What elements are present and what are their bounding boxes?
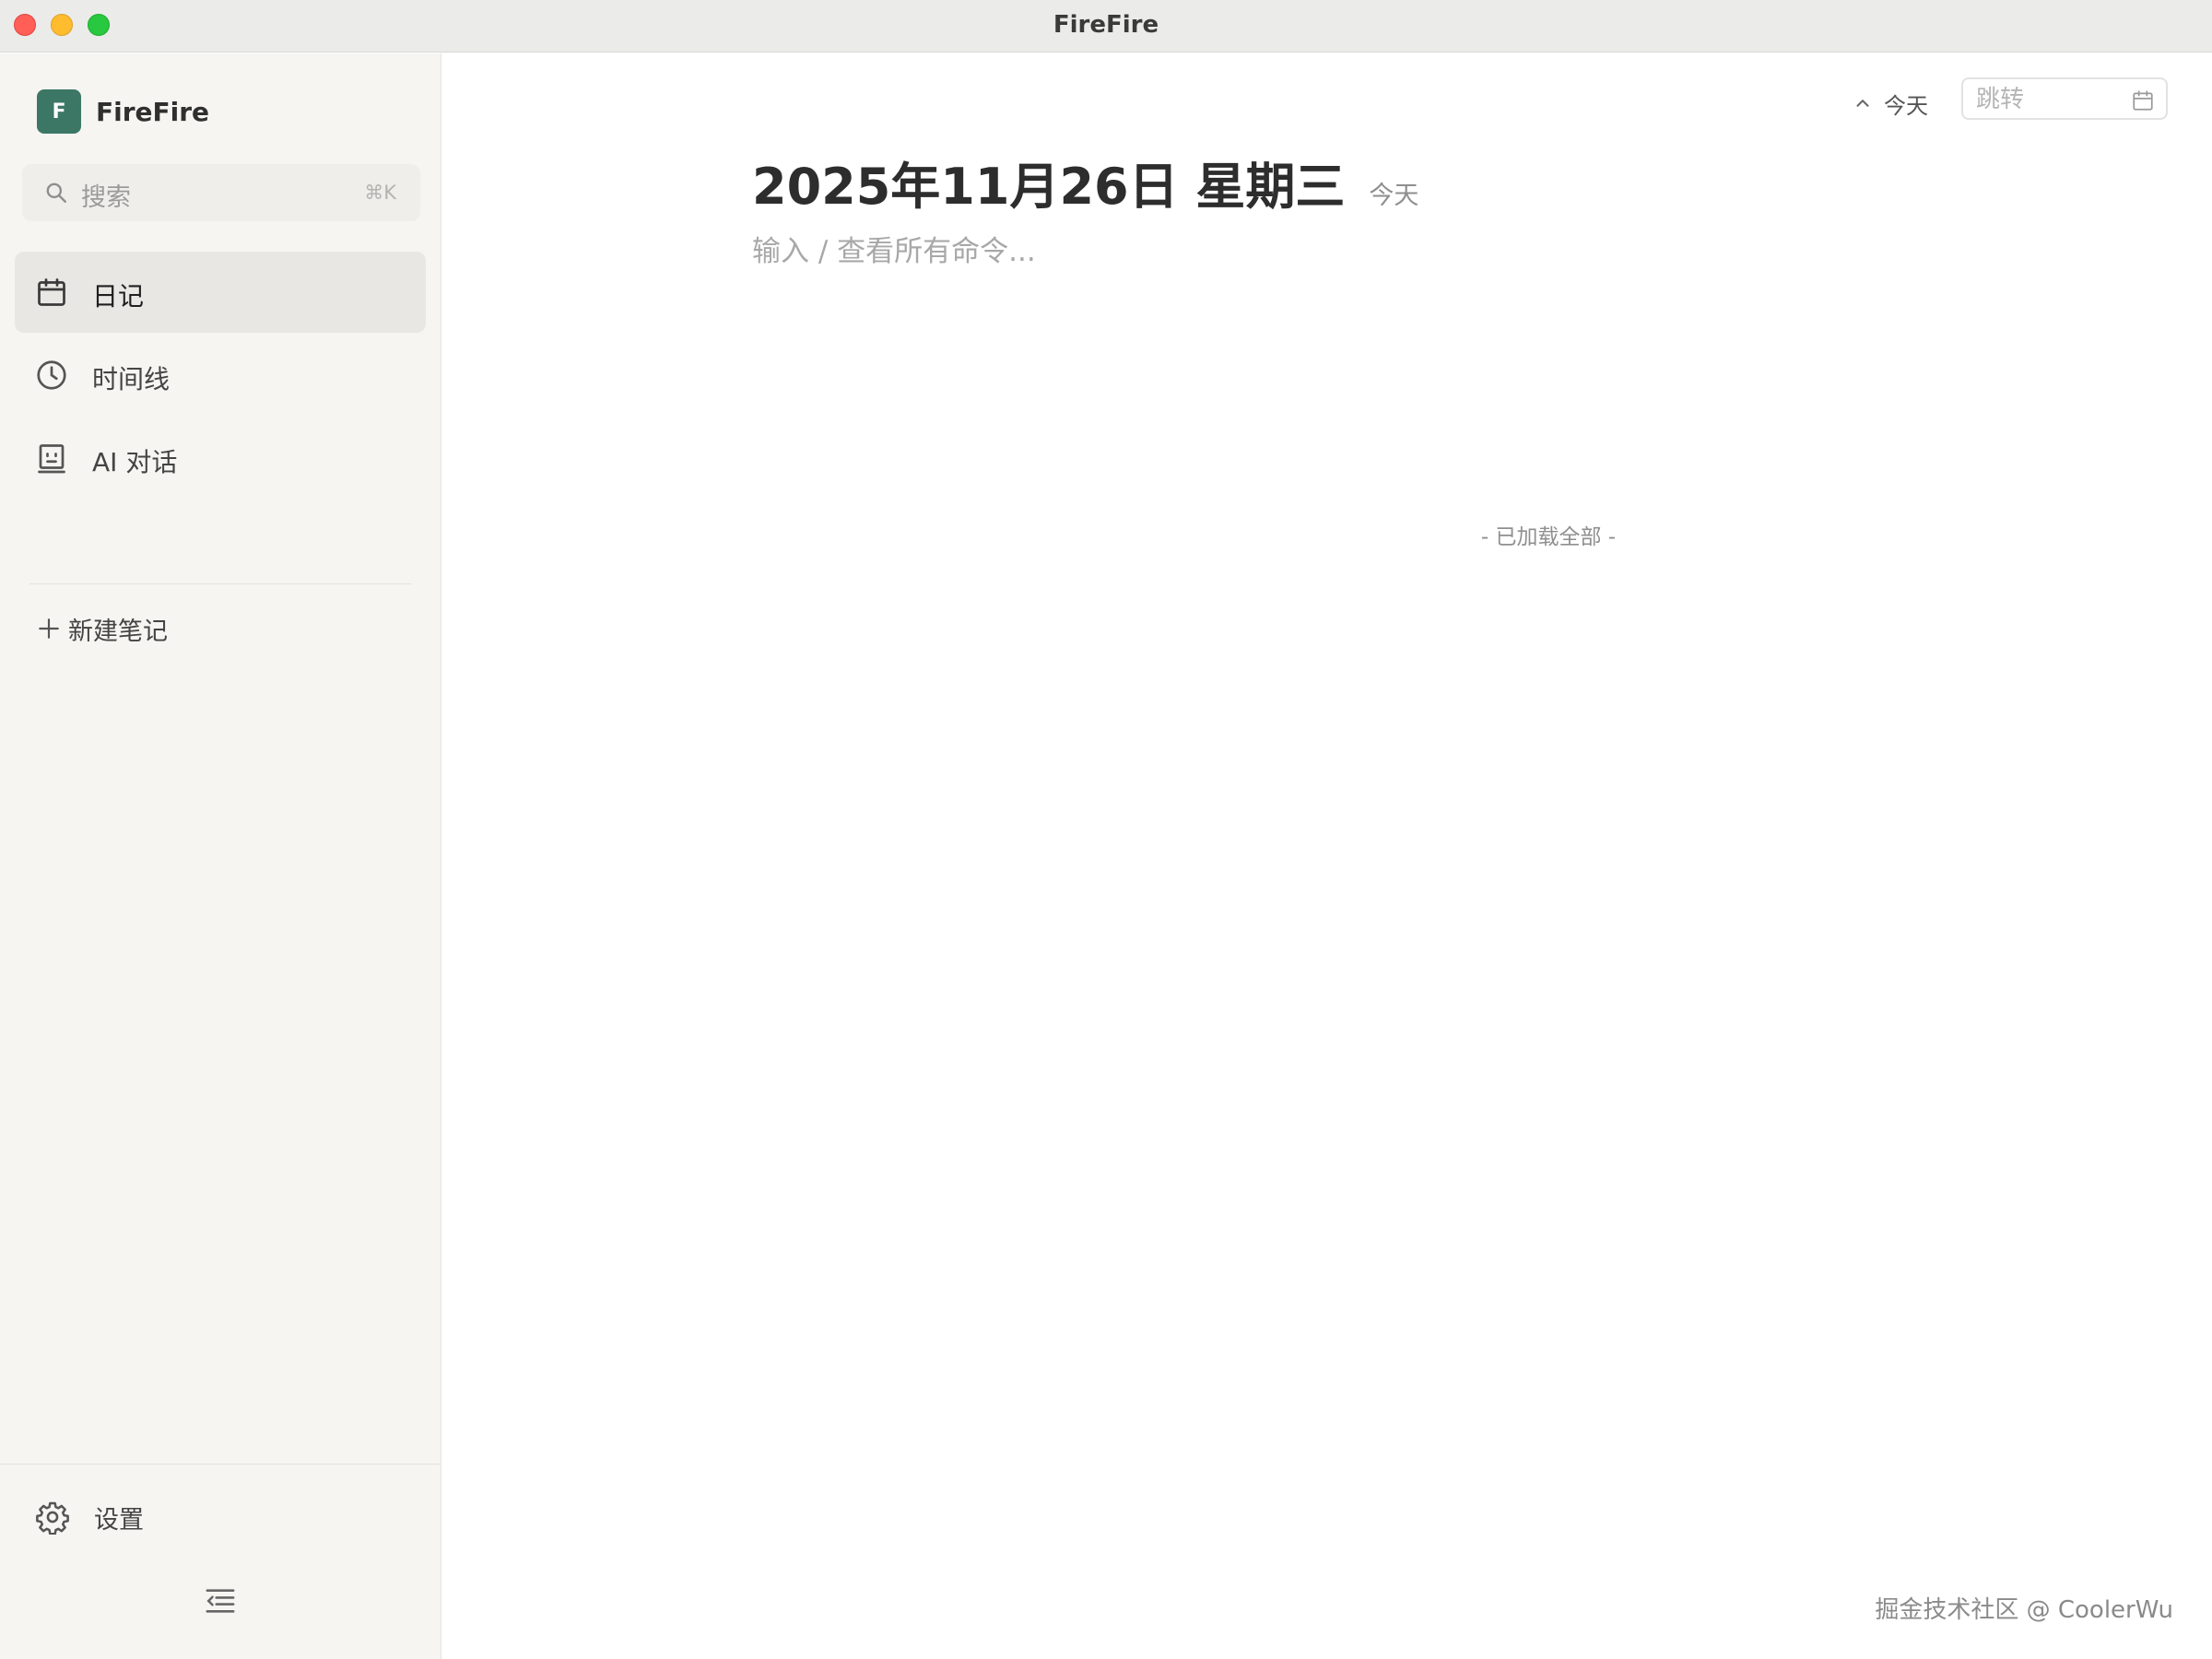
- go-today-label: 今天: [1884, 92, 1928, 119]
- page-title: 2025年11月26日 星期三: [752, 158, 1346, 216]
- sidebar-item-ai-chat[interactable]: AI 对话: [15, 418, 426, 499]
- settings-button[interactable]: 设置: [35, 1499, 144, 1535]
- sidebar-divider: [29, 583, 411, 584]
- new-note-button[interactable]: 新建笔记: [37, 608, 168, 649]
- calendar-icon: [38, 278, 65, 306]
- calendar-icon[interactable]: [2131, 88, 2155, 112]
- watermark: 掘金技术社区 @ CoolerWu: [1875, 1596, 2173, 1624]
- sidebar-item-label: 日记: [92, 281, 145, 312]
- today-badge: 今天: [1369, 182, 1419, 210]
- search-icon: [46, 182, 66, 203]
- journal-date-heading: 2025年11月26日 星期三 今天: [752, 146, 1418, 218]
- jump-to-date-input[interactable]: [1976, 85, 2124, 114]
- go-today-button[interactable]: 今天: [1853, 85, 1928, 122]
- search-shortcut: ⌘K: [364, 182, 396, 204]
- plus-icon: [39, 618, 59, 639]
- sidebar-bottom-divider: [0, 1464, 441, 1465]
- loaded-all-indicator: - 已加载全部 -: [442, 519, 2212, 550]
- collapse-sidebar-icon[interactable]: [205, 1587, 236, 1615]
- app-logo: F: [37, 89, 81, 134]
- loaded-all-text: - 已加载全部 -: [1480, 525, 1617, 549]
- robot-icon: [38, 444, 65, 474]
- new-note-label: 新建笔记: [68, 617, 168, 646]
- sidebar-item-label: AI 对话: [92, 447, 178, 477]
- journal-editor-input[interactable]: [752, 229, 1950, 275]
- search-placeholder: 搜索: [81, 183, 131, 212]
- gear-icon: [36, 1501, 69, 1535]
- sidebar-brand[interactable]: F FireFire: [37, 89, 210, 134]
- sidebar-item-timeline[interactable]: 时间线: [15, 335, 426, 416]
- main-content: 今天 2025年11月26日 星期三 今天 - 已加载全部 - 掘金技术社区 @…: [442, 53, 2212, 1659]
- chevron-up-icon: [1856, 100, 1869, 107]
- settings-label: 设置: [94, 1505, 144, 1535]
- sidebar-item-label: 时间线: [92, 364, 171, 394]
- sidebar-item-journal[interactable]: 日记: [15, 252, 426, 333]
- window-title: FireFire: [1053, 11, 1159, 39]
- search-box[interactable]: 搜索 ⌘K: [22, 164, 420, 221]
- sidebar: F FireFire 搜索 ⌘K 日记 时间线 AI 对话 新建笔记 设置: [0, 53, 441, 1659]
- window-titlebar: FireFire: [0, 0, 2212, 53]
- clock-icon: [37, 360, 66, 390]
- jump-to-date-field[interactable]: [1961, 77, 2168, 120]
- app-name: FireFire: [96, 96, 210, 127]
- sidebar-nav: 日记 时间线 AI 对话: [15, 252, 426, 500]
